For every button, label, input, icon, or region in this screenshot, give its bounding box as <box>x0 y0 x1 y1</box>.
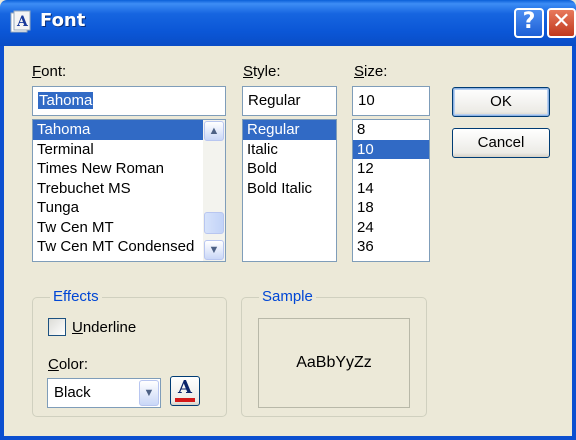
font-color-letter: A <box>178 377 192 398</box>
svg-text:A: A <box>16 14 29 30</box>
size-item-14[interactable]: 14 <box>353 179 429 199</box>
font-dialog-icon: A <box>10 10 31 33</box>
font-label: Font: <box>32 63 67 80</box>
size-item-8[interactable]: 8 <box>353 120 429 140</box>
style-listbox[interactable]: Regular Italic Bold Bold Italic <box>242 119 337 262</box>
font-color-swatch-icon <box>175 398 195 402</box>
font-item-tunga[interactable]: Tunga <box>33 198 225 218</box>
font-item-tahoma[interactable]: Tahoma <box>33 120 225 140</box>
window-frame-left <box>0 46 4 440</box>
color-label: Color: <box>48 356 89 373</box>
size-item-36[interactable]: 36 <box>353 237 429 257</box>
size-list: 8 10 12 14 18 24 36 <box>353 120 429 257</box>
font-item-terminal[interactable]: Terminal <box>33 140 225 160</box>
window-title: Font <box>40 10 86 31</box>
font-item-tw-cen-mt-condensed[interactable]: Tw Cen MT Condensed <box>33 237 225 257</box>
effects-group-title: Effects <box>50 288 102 305</box>
cancel-button[interactable]: Cancel <box>452 128 550 158</box>
font-name-value: Tahoma <box>38 92 94 109</box>
font-color-button[interactable]: A <box>170 376 200 406</box>
scroll-up-icon[interactable]: ▲ <box>204 121 224 141</box>
font-list: Tahoma Terminal Times New Roman Trebuche… <box>33 120 225 257</box>
size-item-12[interactable]: 12 <box>353 159 429 179</box>
size-listbox[interactable]: 8 10 12 14 18 24 36 <box>352 119 430 262</box>
color-select-value: Black <box>54 384 91 401</box>
size-item-10[interactable]: 10 <box>353 139 429 159</box>
style-input[interactable]: Regular <box>242 86 337 116</box>
window-frame-bottom <box>0 436 576 440</box>
font-listbox[interactable]: Tahoma Terminal Times New Roman Trebuche… <box>32 119 226 262</box>
font-scrollbar[interactable]: ▲ ▼ <box>203 120 225 261</box>
style-label: Style: <box>243 63 281 80</box>
scroll-thumb[interactable] <box>204 212 224 234</box>
font-item-times-new-roman[interactable]: Times New Roman <box>33 159 225 179</box>
font-name-input[interactable]: Tahoma <box>32 86 226 116</box>
style-list: Regular Italic Bold Bold Italic <box>243 120 336 198</box>
style-item-italic[interactable]: Italic <box>243 140 336 160</box>
chevron-down-icon[interactable]: ▼ <box>139 380 159 406</box>
style-item-bold[interactable]: Bold <box>243 159 336 179</box>
style-item-bold-italic[interactable]: Bold Italic <box>243 179 336 199</box>
scroll-down-icon[interactable]: ▼ <box>204 240 224 260</box>
underline-label[interactable]: Underline <box>72 319 136 336</box>
color-select[interactable]: Black ▼ <box>47 378 161 408</box>
font-item-trebuchet-ms[interactable]: Trebuchet MS <box>33 179 225 199</box>
size-item-18[interactable]: 18 <box>353 198 429 218</box>
size-input[interactable]: 10 <box>352 86 430 116</box>
sample-preview: AaBbYyZz <box>258 318 410 408</box>
close-button[interactable]: ✕ <box>547 8 576 38</box>
window-frame-right <box>572 46 576 440</box>
size-item-24[interactable]: 24 <box>353 218 429 238</box>
size-value: 10 <box>358 92 375 109</box>
help-button[interactable]: ? <box>514 8 544 38</box>
sample-group-title: Sample <box>259 288 316 305</box>
title-bar[interactable]: A Font ? ✕ <box>0 0 576 46</box>
style-item-regular[interactable]: Regular <box>243 120 336 140</box>
sample-text: AaBbYyZz <box>296 354 372 371</box>
underline-checkbox[interactable] <box>48 318 66 336</box>
ok-button[interactable]: OK <box>452 87 550 117</box>
font-item-tw-cen-mt[interactable]: Tw Cen MT <box>33 218 225 238</box>
style-value: Regular <box>248 92 301 109</box>
size-label: Size: <box>354 63 388 80</box>
